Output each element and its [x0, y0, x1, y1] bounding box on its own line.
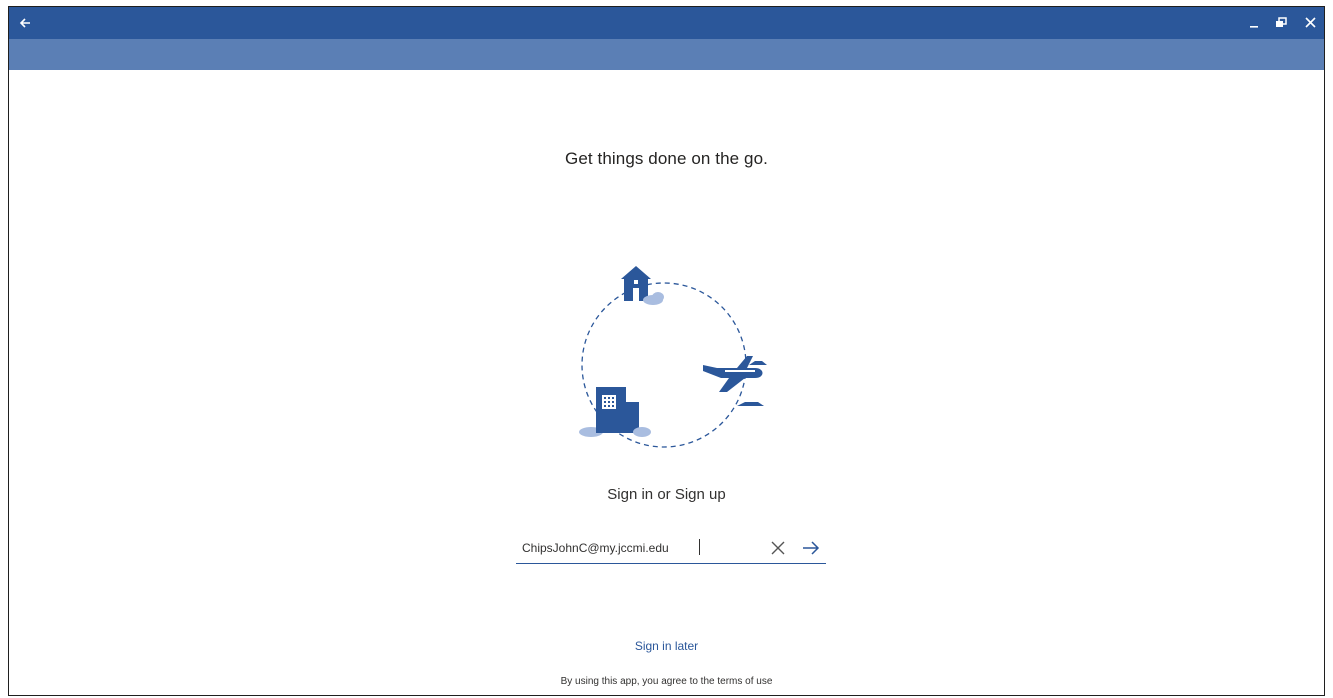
sign-in-later-link[interactable]: Sign in later [9, 639, 1324, 653]
arrow-right-icon [803, 541, 820, 555]
email-input[interactable] [522, 538, 752, 558]
text-caret [699, 539, 700, 555]
arrow-left-icon [19, 18, 30, 28]
ribbon-bar [9, 39, 1324, 90]
close-icon [771, 541, 785, 555]
close-icon [1304, 17, 1316, 28]
chevron-down-icon [1300, 84, 1310, 90]
minimize-icon [1250, 26, 1258, 28]
terms-text: By using this app, you agree to the term… [560, 676, 773, 687]
close-button[interactable] [1299, 7, 1321, 39]
airplane-icon [703, 356, 767, 406]
app-window: Get things done on the go. Sign in or Si… [8, 6, 1325, 696]
minimize-button[interactable] [1244, 7, 1264, 39]
restore-icon [1276, 17, 1287, 27]
submit-arrow-button[interactable] [802, 540, 820, 556]
office-building-icon [579, 387, 651, 437]
restore-button[interactable] [1271, 7, 1291, 39]
travel-illustration [579, 266, 767, 448]
email-field [516, 532, 826, 564]
signin-title: Sign in or Sign up [607, 486, 726, 503]
back-button[interactable] [13, 7, 37, 39]
title-bar [9, 7, 1324, 39]
page-headline: Get things done on the go. [565, 149, 768, 168]
house-icon [621, 266, 651, 301]
clear-input-button[interactable] [770, 540, 786, 556]
expand-ribbon-button[interactable] [1299, 79, 1321, 97]
